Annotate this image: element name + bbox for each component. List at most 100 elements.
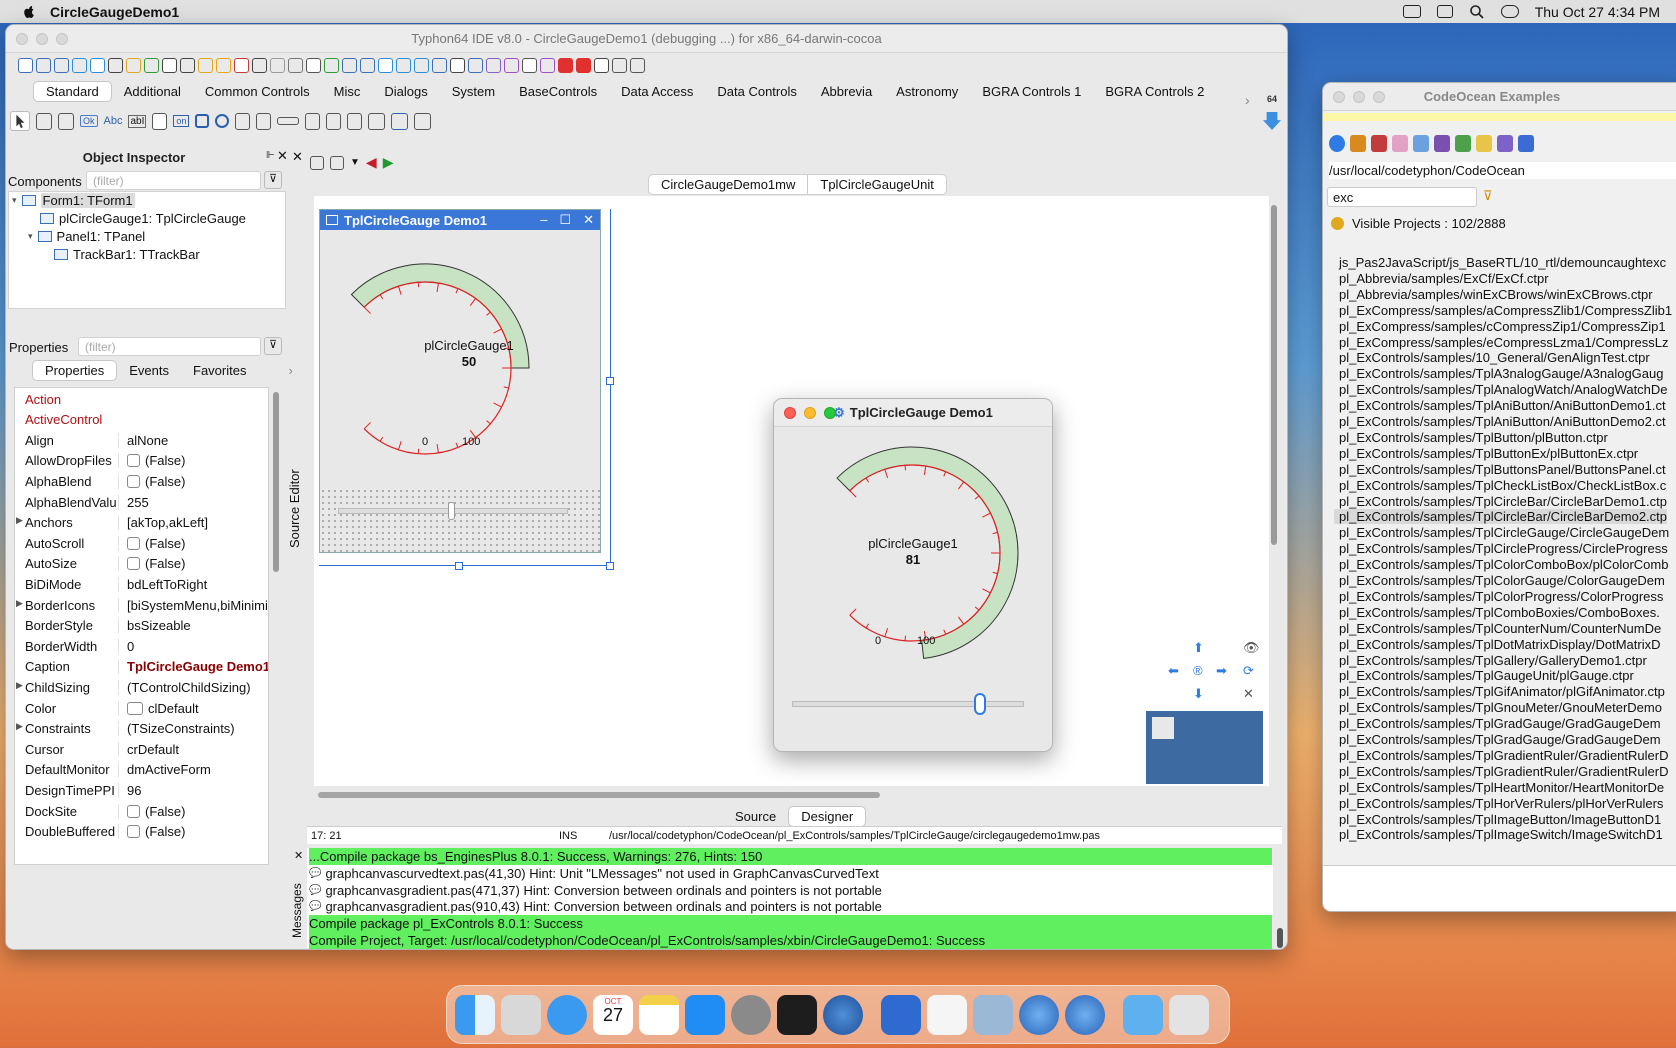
ide-toolbar-button-icon[interactable] [432,58,447,73]
project-list-item[interactable]: pl_ExControls/samples/TplImageButton/Ima… [1339,812,1661,827]
project-list-item[interactable]: pl_ExControls/samples/TplButton/plButton… [1339,430,1608,445]
property-row[interactable]: Cursor crDefault [15,738,268,760]
expand-arrow-icon[interactable]: ▶ [16,721,23,732]
folder-icon[interactable] [1476,135,1492,152]
ide-toolbar-button-icon[interactable] [36,58,51,73]
property-value[interactable]: (TSizeConstraints) [118,721,268,737]
ide-toolbar-button-icon[interactable] [306,58,321,73]
safari-icon[interactable] [547,994,587,1035]
property-row[interactable]: AlphaBlend (False) [15,470,268,492]
property-value[interactable]: [akTop,akLeft] [118,515,268,531]
ide-toolbar-button-icon[interactable] [126,58,141,73]
tools-icon[interactable]: ✕ [1243,686,1254,702]
tree-item-form1[interactable]: ▾ Form1: TForm1 [12,193,135,208]
ide-toolbar-button-icon[interactable] [378,58,393,73]
terminal-icon[interactable] [777,994,817,1035]
inspector-tab[interactable]: Events [117,361,181,380]
button-component-icon[interactable]: Ok [80,115,98,127]
message-line[interactable]: ...Compile package bs_EnginesPlus 8.0.1:… [309,848,1272,865]
property-value[interactable]: bdLeftToRight [118,576,268,592]
frame-component-icon[interactable] [391,112,409,130]
launchpad-icon[interactable] [501,994,541,1035]
clock[interactable]: Thu Oct 27 4:34 PM [1535,4,1660,20]
properties-filter[interactable]: (filter) [78,337,261,356]
ide-toolbar-button-icon[interactable] [108,58,123,73]
running-trackbar[interactable] [792,701,1024,707]
project-list-item[interactable]: pl_ExControls/samples/TplButtonEx/plButt… [1339,446,1638,461]
property-value[interactable]: crDefault [118,741,268,757]
project-list-item[interactable]: pl_ExControls/samples/TplHeartMonitor/He… [1339,780,1664,795]
project-list-item[interactable]: pl_Abbrevia/samples/winExCBrows/winExCBr… [1339,287,1653,302]
ide-toolbar-button-icon[interactable] [180,58,195,73]
properties-filter-clear-icon[interactable]: ⊽ [264,337,282,355]
running-zoom-button[interactable] [824,407,836,419]
messages-scrollbar[interactable] [1277,928,1283,948]
scrollbar-component-icon[interactable] [277,117,300,125]
project-list-item[interactable]: pl_ExControls/samples/TplColorComboBox/p… [1339,557,1668,572]
pin-icon[interactable]: ⊩ [266,150,275,161]
project-list-item[interactable]: pl_ExControls/samples/TplGradientRuler/G… [1339,748,1668,763]
tree-item-trackbar[interactable]: TrackBar1: TTrackBar [54,247,200,262]
project-list-item[interactable]: pl_ExControls/samples/TplAnalogWatch/Ana… [1339,382,1668,397]
property-value[interactable]: 96 [118,782,268,798]
zoom-button[interactable] [56,33,68,45]
project-list-item[interactable]: pl_ExControls/samples/TplDotMatrixDispla… [1339,637,1660,652]
close-messages-icon[interactable]: ✕ [294,849,303,862]
project-list-item[interactable]: pl_ExControls/samples/TplA3nalogGauge/A3… [1339,366,1663,381]
tree-icon[interactable] [1434,135,1450,152]
design-trackbar-thumb[interactable] [448,502,455,520]
combobox-component-icon[interactable] [256,112,272,130]
project-list-item[interactable]: pl_ExControls/samples/TplHorVerRulers/pl… [1339,796,1663,811]
ide-toolbar-button-icon[interactable] [252,58,267,73]
expand-arrow-icon[interactable]: ▶ [16,680,23,691]
components-filter-clear-icon[interactable]: ⊽ [264,171,282,189]
property-row[interactable]: ActiveControl [15,409,268,431]
checkbox-icon[interactable] [127,557,140,571]
project-list-item[interactable]: pl_Abbrevia/samples/ExCf/ExCf.ctpr [1339,271,1549,286]
form-preview-minimap[interactable] [1146,711,1263,784]
project-list-item[interactable]: pl_ExCompress/samples/aCompressZlib1/Com… [1339,303,1672,318]
palette-tab[interactable]: Common Controls [193,82,322,101]
property-value[interactable]: 0 [118,638,268,654]
settings-icon[interactable] [1497,135,1513,152]
open-project-icon[interactable] [1350,135,1366,152]
eye-icon[interactable]: 👁 [1243,640,1260,656]
palette-tab[interactable]: Data Controls [705,82,808,101]
calendar-icon[interactable]: OCT 27 [593,994,633,1035]
ide-toolbar-button-icon[interactable] [342,58,357,73]
editor-file-tab[interactable]: TplCircleGaugeUnit [808,175,945,194]
preview-icon[interactable] [973,994,1013,1035]
property-value[interactable]: bsSizeable [118,618,268,634]
project-list-item[interactable]: pl_ExControls/samples/10_General/GenAlig… [1339,350,1650,365]
property-row[interactable]: AlphaBlendValu 255 [15,491,268,513]
nav-right-icon[interactable]: ➡ [1216,663,1227,679]
trash-icon[interactable] [1169,994,1209,1035]
design-form[interactable]: TplCircleGauge Demo1 – ☐ ✕ plCircleGauge1 … [319,209,601,553]
ide-toolbar-button-icon[interactable] [198,58,213,73]
property-value[interactable]: [biSystemMenu,biMinimi [118,597,268,613]
display-icon[interactable] [1402,5,1421,18]
property-row[interactable]: BiDiMode bdLeftToRight [15,573,268,595]
ide-toolbar-button-icon[interactable] [234,58,249,73]
ide-toolbar-button-icon[interactable] [270,58,285,73]
property-row[interactable]: ▶ Constraints (TSizeConstraints) [15,718,268,740]
inspector-tabs-more-icon[interactable]: › [288,363,292,378]
ide-toolbar-button-icon[interactable] [468,58,483,73]
view-unit-icon[interactable] [330,155,344,170]
property-row[interactable]: AutoScroll (False) [15,532,268,554]
ide-toolbar-button-icon[interactable] [216,58,231,73]
palette-tab[interactable]: BGRA Controls 2 [1093,82,1216,101]
radiogroup-component-icon[interactable] [326,112,342,130]
notes-icon[interactable] [639,994,679,1035]
screen-mirroring-icon[interactable] [1436,5,1453,18]
project-list-item[interactable]: pl_ExControls/samples/TplCheckListBox/Ch… [1339,478,1666,493]
close-button[interactable] [16,33,28,45]
property-row[interactable]: ▶ BorderIcons [biSystemMenu,biMinimi [15,594,268,616]
finder-icon[interactable] [455,994,495,1035]
form-close-icon[interactable]: ✕ [583,212,594,228]
edit-component-icon[interactable]: abI [128,114,147,128]
color-swatch-icon[interactable] [127,701,143,715]
property-value[interactable]: (False) [118,556,268,572]
ide-toolbar-button-icon[interactable] [90,58,105,73]
label-component-icon[interactable]: Abc [104,115,123,127]
